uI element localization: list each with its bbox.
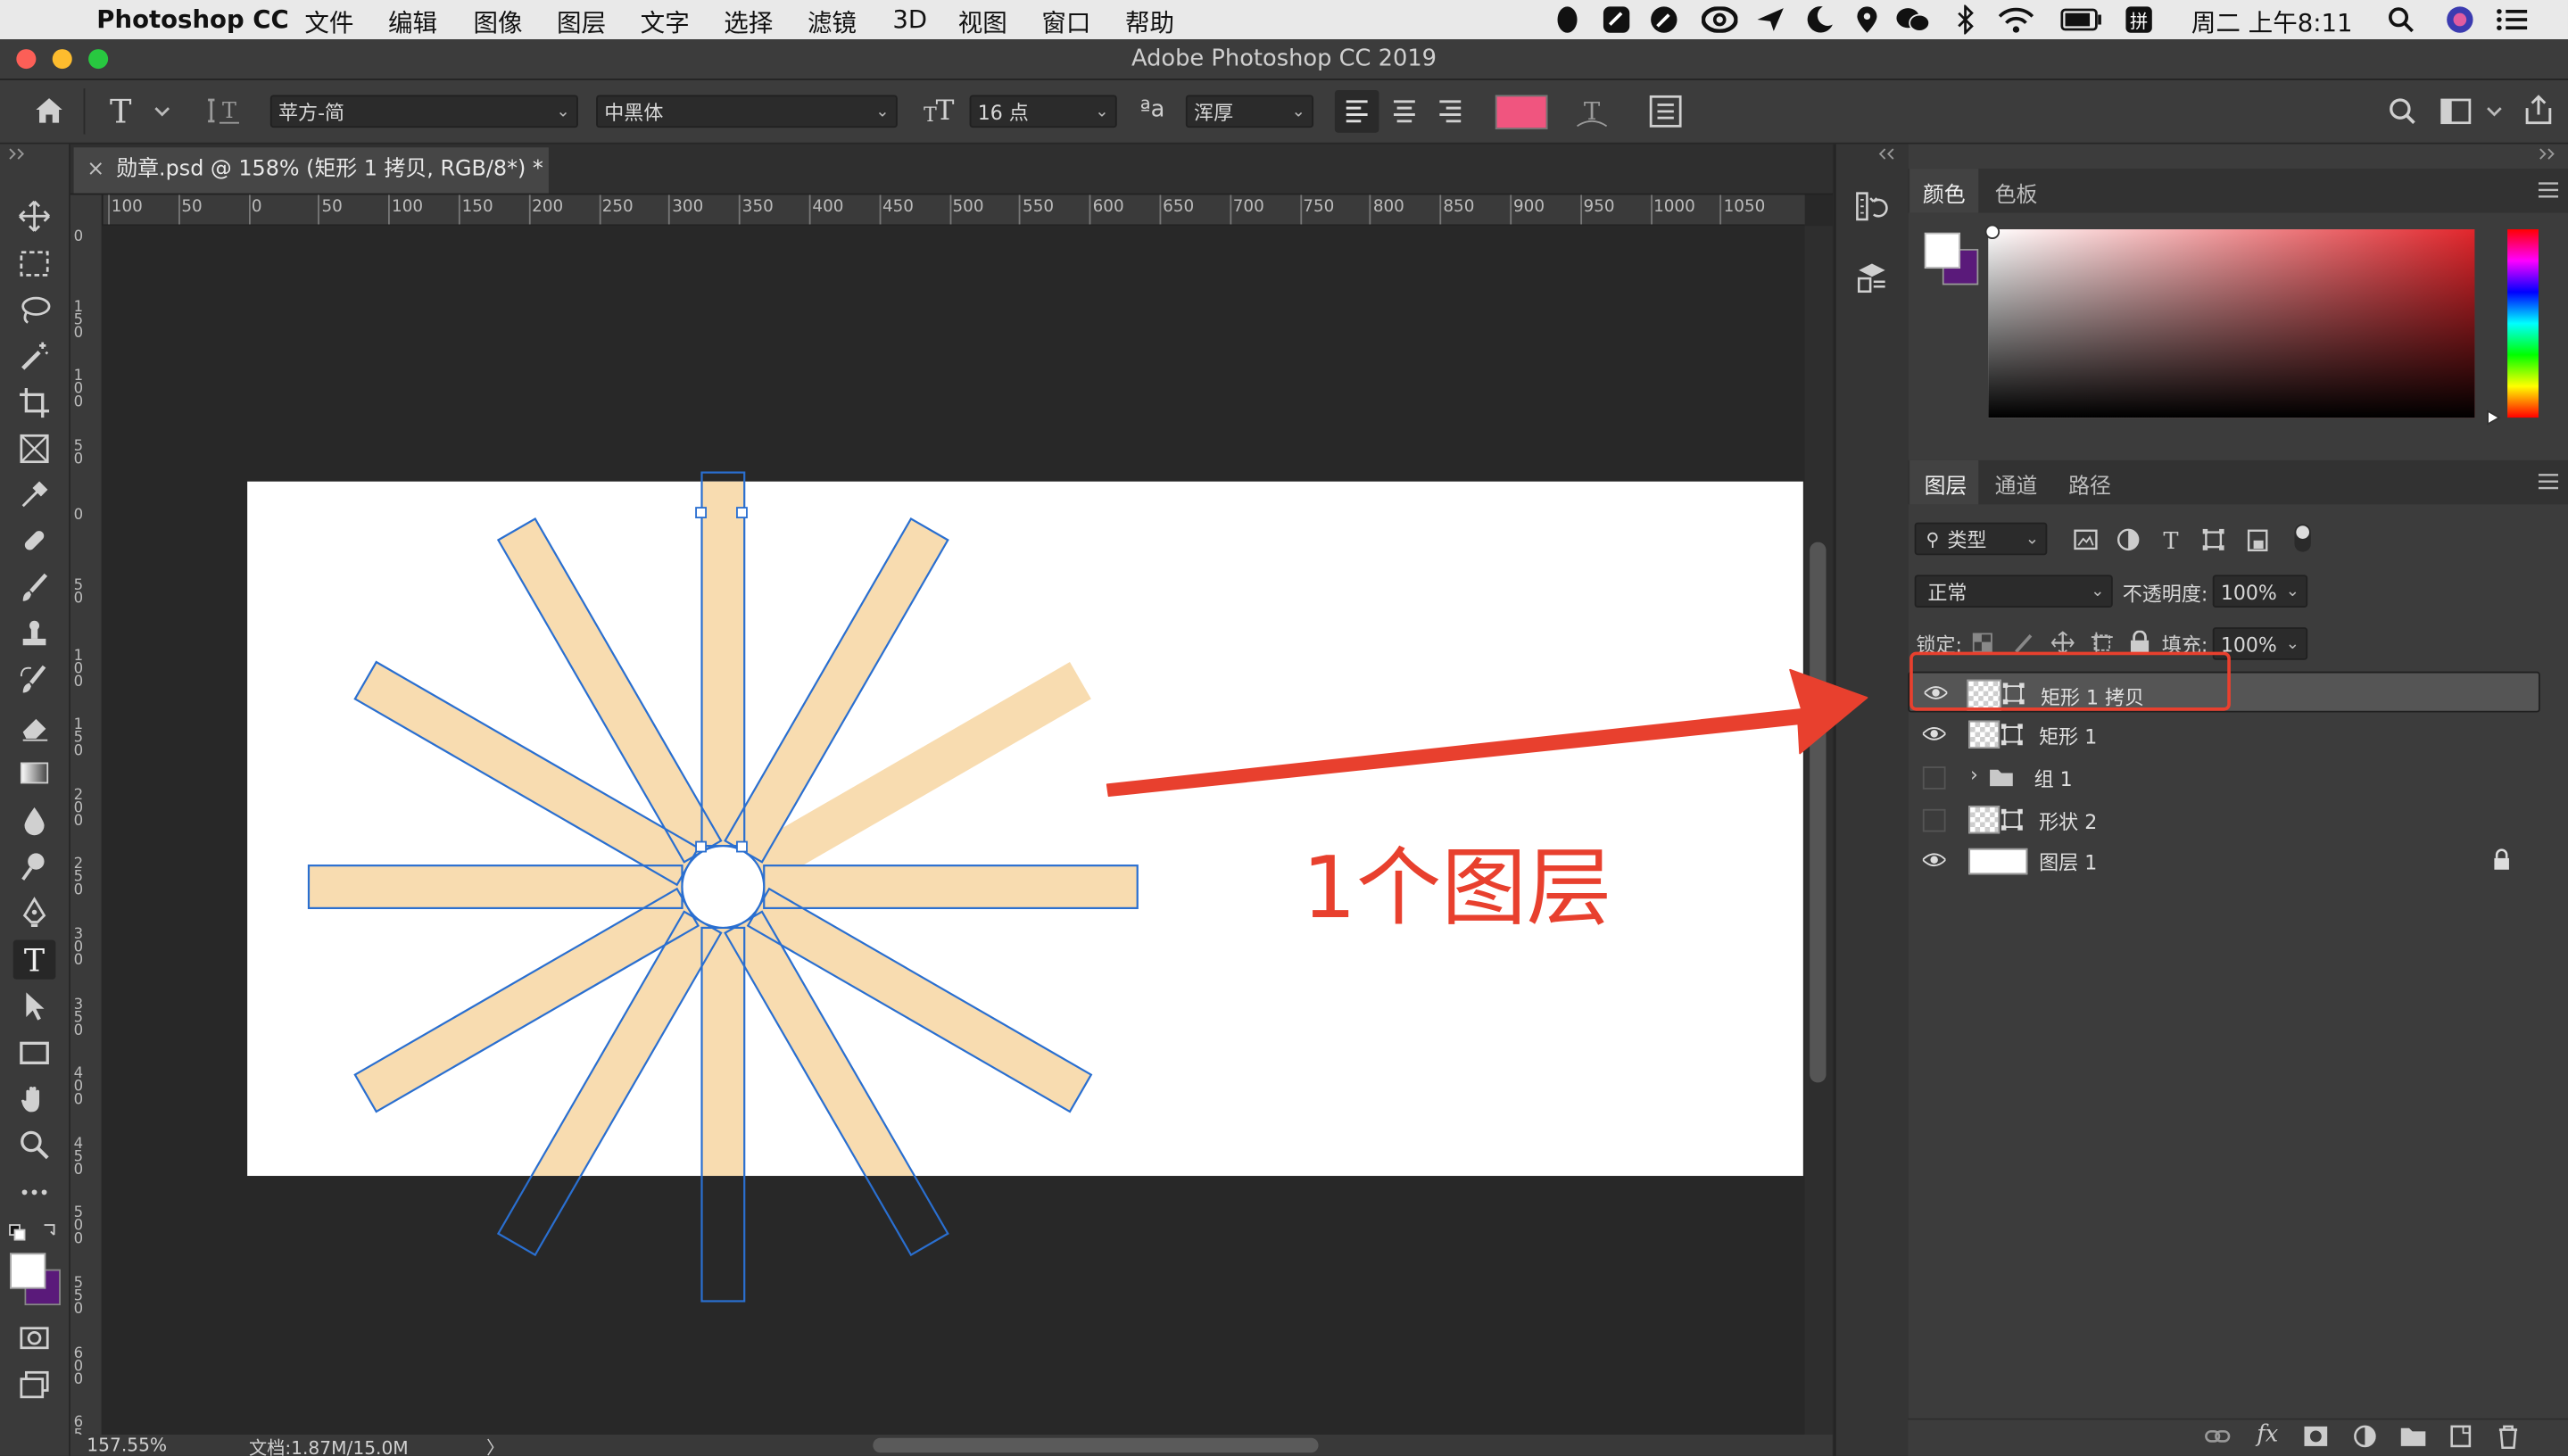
annotation-arrow	[1106, 668, 1868, 798]
